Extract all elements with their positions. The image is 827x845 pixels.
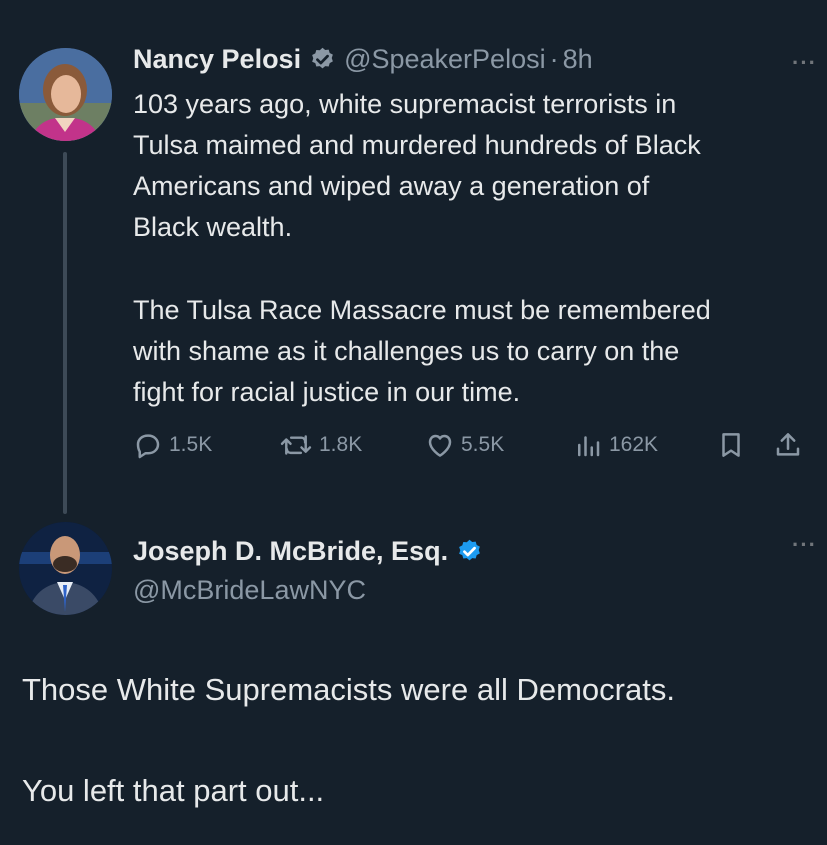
- repost-button[interactable]: 1.8K: [279, 430, 362, 460]
- mcbride-avatar[interactable]: [19, 522, 112, 615]
- views-button[interactable]: 162K: [573, 430, 658, 460]
- repost-icon: [280, 435, 312, 455]
- more-options-icon[interactable]: ···: [792, 50, 817, 76]
- reply-count: 1.5K: [169, 433, 213, 456]
- reply-text-line-1: Those White Supremacists were all Democr…: [22, 672, 675, 707]
- author-name[interactable]: Nancy Pelosi: [133, 44, 301, 75]
- reply-icon: [136, 434, 160, 459]
- heart-icon: [428, 434, 452, 457]
- bookmark-icon: [722, 433, 740, 457]
- tweet-header: Nancy Pelosi @SpeakerPelosi · 8h: [133, 44, 593, 75]
- tweet-time[interactable]: 8h: [563, 44, 593, 75]
- like-button[interactable]: 5.5K: [425, 430, 504, 460]
- author-handle[interactable]: @SpeakerPelosi: [344, 44, 546, 75]
- reply-author-handle[interactable]: @McBrideLawNYC: [133, 575, 366, 606]
- reply-text-line-2: You left that part out...: [22, 773, 325, 808]
- tweet-text-paragraph-1: 103 years ago, white supremacist terrori…: [133, 89, 701, 242]
- repost-count: 1.8K: [319, 433, 363, 456]
- share-icon: [776, 433, 800, 456]
- reply-button[interactable]: 1.5K: [133, 430, 212, 460]
- analytics-icon: [578, 436, 600, 457]
- pelosi-avatar-image: [19, 48, 112, 141]
- verified-badge-icon: [459, 539, 480, 561]
- tweet-action-bar: 1.5K 1.8K 5.5K 162K: [133, 430, 813, 470]
- like-count: 5.5K: [461, 433, 505, 456]
- separator-dot: ·: [549, 44, 559, 74]
- mcbride-avatar-image: [19, 522, 112, 615]
- thread-connector-line: [63, 152, 67, 514]
- more-options-icon[interactable]: ···: [792, 532, 817, 558]
- tweet-text-paragraph-2: The Tulsa Race Massacre must be remember…: [133, 295, 711, 407]
- verified-badge-icon: [312, 47, 333, 69]
- bookmark-button[interactable]: [716, 430, 752, 460]
- pelosi-avatar[interactable]: [19, 48, 112, 141]
- reply-header: Joseph D. McBride, Esq.: [133, 536, 491, 567]
- reply-author-name[interactable]: Joseph D. McBride, Esq.: [133, 536, 448, 567]
- share-button[interactable]: [773, 430, 809, 460]
- view-count: 162K: [609, 433, 659, 456]
